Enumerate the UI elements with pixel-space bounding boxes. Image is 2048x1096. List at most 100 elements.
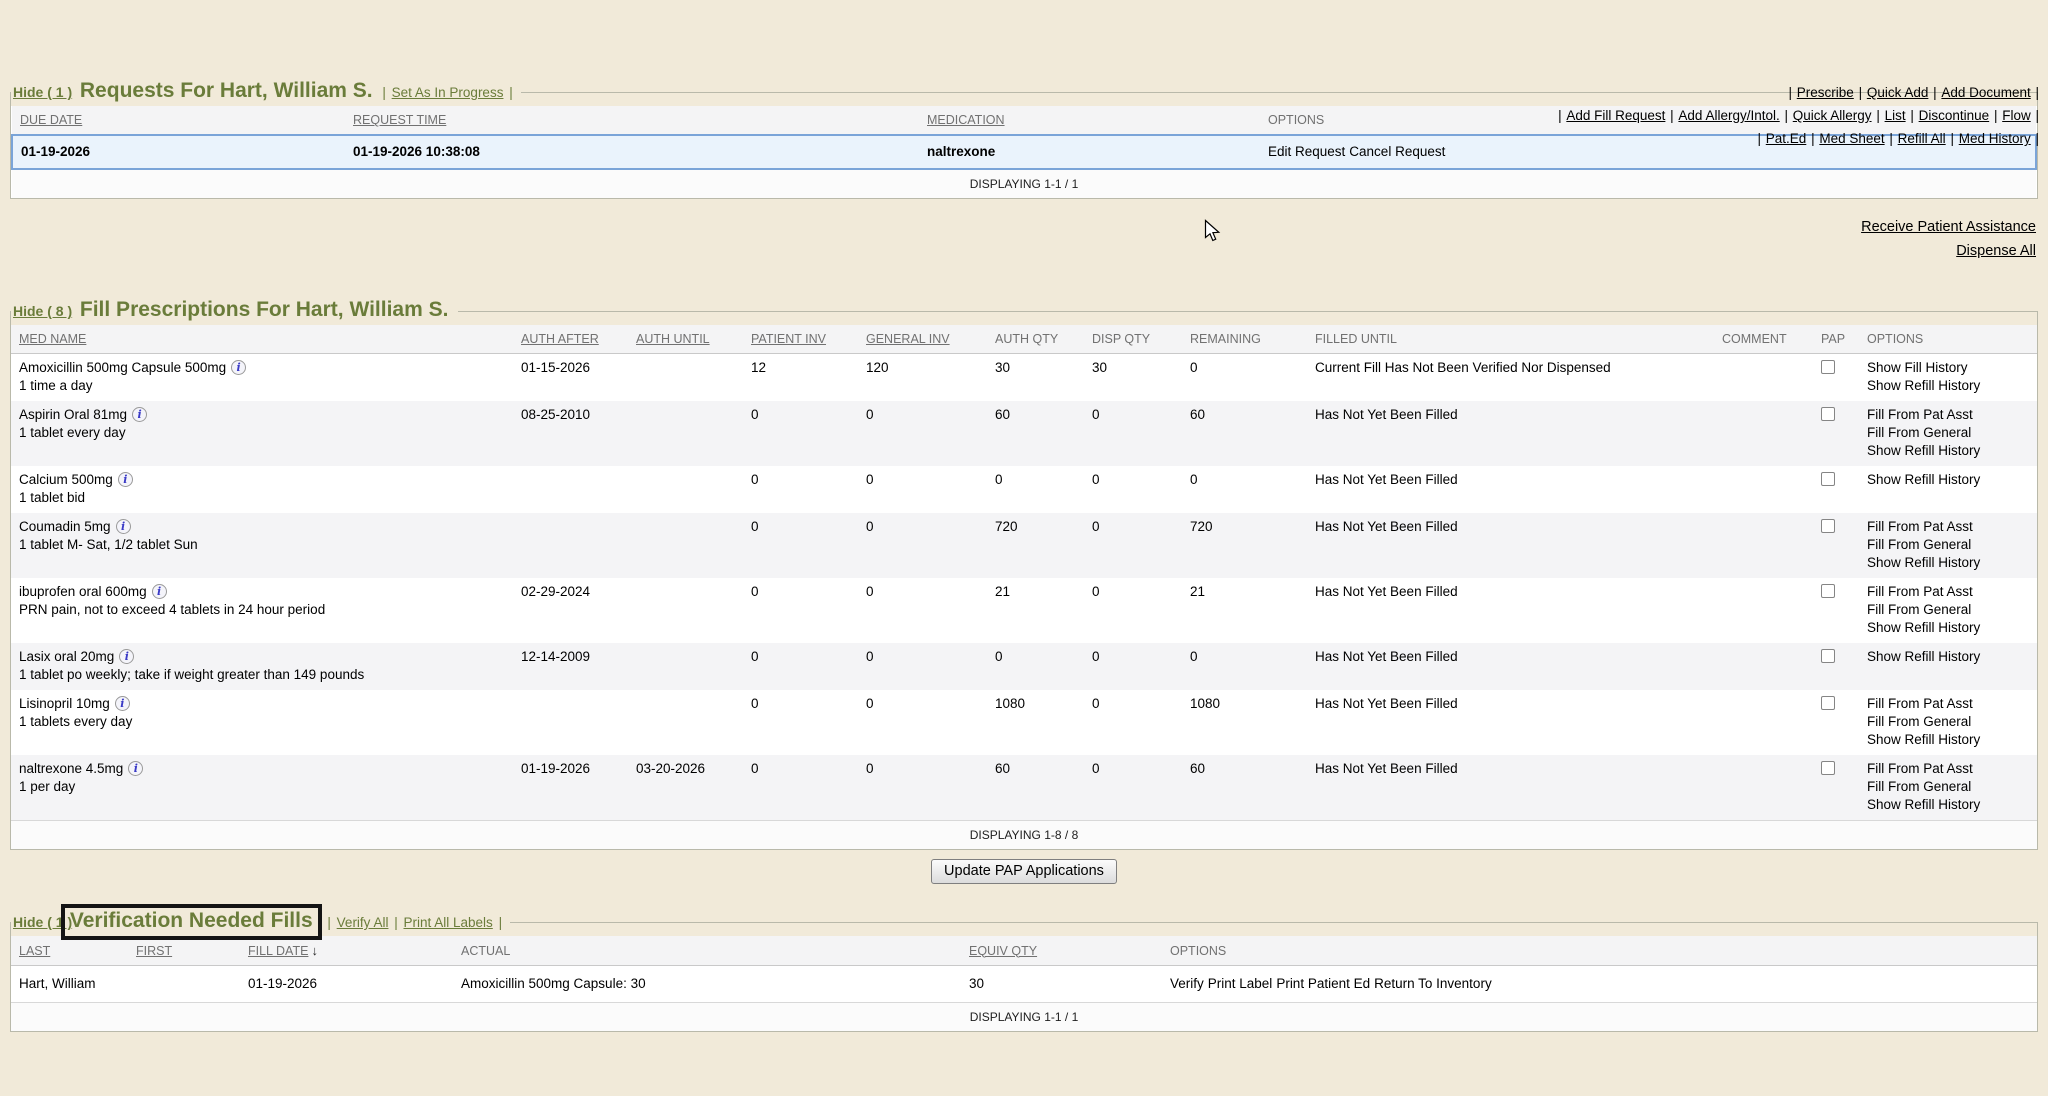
separator: |	[2035, 85, 2039, 100]
row-option-link[interactable]: Show Fill History	[1867, 359, 2029, 377]
row-option-link[interactable]: Fill From Pat Asst	[1867, 406, 2029, 424]
info-icon[interactable]: i	[231, 360, 246, 375]
verify-link[interactable]: Verify	[1170, 976, 1204, 991]
nav-link-add-allergy[interactable]: Add Allergy/Intol.	[1678, 108, 1779, 123]
row-option-link[interactable]: Show Refill History	[1867, 377, 2029, 395]
column-header-label[interactable]: FILL DATE	[248, 944, 308, 958]
pap-checkbox[interactable]	[1821, 472, 1835, 486]
nav-link-add-document[interactable]: Add Document	[1941, 85, 2030, 100]
patient-inv-cell: 0	[743, 690, 858, 755]
column-header-auth-after[interactable]: AUTH AFTER	[513, 325, 628, 354]
row-option-link[interactable]: Fill From Pat Asst	[1867, 760, 2029, 778]
nav-link-med-sheet[interactable]: Med Sheet	[1819, 131, 1884, 146]
pap-checkbox[interactable]	[1821, 584, 1835, 598]
cancel-request-link[interactable]: Cancel Request	[1349, 144, 1445, 159]
row-option-link[interactable]: Show Refill History	[1867, 554, 2029, 572]
pap-cell	[1813, 643, 1859, 690]
column-header-label[interactable]: MED NAME	[19, 332, 86, 346]
column-header-request-time[interactable]: REQUEST TIME	[345, 106, 919, 135]
requests-hide-link[interactable]: Hide ( 1 )	[13, 84, 72, 100]
separator: |	[327, 915, 334, 930]
nav-link-quick-allergy[interactable]: Quick Allergy	[1793, 108, 1872, 123]
column-header-label[interactable]: EQUIV QTY	[969, 944, 1037, 958]
info-icon[interactable]: i	[116, 519, 131, 534]
separator: |	[1758, 131, 1765, 146]
info-icon[interactable]: i	[115, 696, 130, 711]
row-option-link[interactable]: Show Refill History	[1867, 796, 2029, 814]
pap-checkbox[interactable]	[1821, 360, 1835, 374]
nav-link-prescribe[interactable]: Prescribe	[1797, 85, 1854, 100]
column-header-first[interactable]: FIRST	[128, 936, 240, 966]
row-option-link[interactable]: Show Refill History	[1867, 471, 2029, 489]
med-name: Lasix oral 20mg	[19, 649, 114, 664]
column-header-label[interactable]: DUE DATE	[20, 113, 82, 127]
column-header-patient-inv[interactable]: PATIENT INV	[743, 325, 858, 354]
column-header-fill-date[interactable]: FILL DATE↓	[240, 936, 453, 966]
column-header-label[interactable]: AUTH AFTER	[521, 332, 599, 346]
update-pap-applications-button[interactable]: Update PAP Applications	[931, 859, 1117, 884]
pap-checkbox[interactable]	[1821, 761, 1835, 775]
print-patient-ed-link[interactable]: Print Patient Ed	[1276, 976, 1370, 991]
verify-all-link[interactable]: Verify All	[337, 915, 389, 930]
column-header-medication[interactable]: MEDICATION	[919, 106, 1260, 135]
edit-request-link[interactable]: Edit Request	[1268, 144, 1345, 159]
nav-link-list[interactable]: List	[1885, 108, 1906, 123]
auth-until-cell	[628, 690, 743, 755]
receive-patient-assistance-link[interactable]: Receive Patient Assistance	[1861, 219, 2036, 235]
info-icon[interactable]: i	[118, 472, 133, 487]
column-header-auth-until[interactable]: AUTH UNTIL	[628, 325, 743, 354]
print-label-link[interactable]: Print Label	[1208, 976, 1273, 991]
row-option-link[interactable]: Fill From General	[1867, 536, 2029, 554]
column-header-last[interactable]: LAST	[11, 936, 128, 966]
row-options-cell: Fill From Pat Asst Fill From General Sho…	[1859, 578, 2037, 643]
filled-until-cell: Has Not Yet Been Filled	[1307, 690, 1714, 755]
pap-checkbox[interactable]	[1821, 407, 1835, 421]
auth-after-cell: 01-15-2026	[513, 354, 628, 402]
pap-checkbox[interactable]	[1821, 696, 1835, 710]
fill-hide-link[interactable]: Hide ( 8 )	[13, 303, 72, 319]
column-header-label: OPTIONS	[1867, 332, 1923, 346]
row-option-link[interactable]: Show Refill History	[1867, 648, 2029, 666]
column-header-label[interactable]: MEDICATION	[927, 113, 1005, 127]
set-as-in-progress-link[interactable]: Set As In Progress	[392, 85, 504, 100]
column-header-label[interactable]: PATIENT INV	[751, 332, 826, 346]
requests-legend-actions: | Set As In Progress |	[380, 85, 514, 100]
column-header-due-date[interactable]: DUE DATE	[12, 106, 345, 135]
info-icon[interactable]: i	[128, 761, 143, 776]
info-icon[interactable]: i	[132, 407, 147, 422]
nav-link-med-history[interactable]: Med History	[1959, 131, 2031, 146]
column-header-label[interactable]: GENERAL INV	[866, 332, 950, 346]
column-header-label[interactable]: FIRST	[136, 944, 172, 958]
column-header-label[interactable]: AUTH UNTIL	[636, 332, 710, 346]
info-icon[interactable]: i	[119, 649, 134, 664]
displaying-label: DISPLAYING 1-1 / 1	[12, 169, 2036, 198]
row-option-link[interactable]: Fill From General	[1867, 713, 2029, 731]
row-option-link[interactable]: Fill From Pat Asst	[1867, 583, 2029, 601]
row-option-link[interactable]: Show Refill History	[1867, 731, 2029, 749]
nav-link-flow[interactable]: Flow	[2002, 108, 2031, 123]
column-header-label: PAP	[1821, 332, 1845, 346]
nav-link-discontinue[interactable]: Discontinue	[1919, 108, 1990, 123]
row-option-link[interactable]: Fill From General	[1867, 601, 2029, 619]
row-option-link[interactable]: Fill From General	[1867, 424, 2029, 442]
row-option-link[interactable]: Fill From General	[1867, 778, 2029, 796]
nav-link-pat-ed[interactable]: Pat.Ed	[1766, 131, 1807, 146]
column-header-med-name[interactable]: MED NAME	[11, 325, 513, 354]
row-option-link[interactable]: Show Refill History	[1867, 442, 2029, 460]
nav-link-refill-all[interactable]: Refill All	[1898, 131, 1946, 146]
column-header-equiv-qty[interactable]: EQUIV QTY	[961, 936, 1162, 966]
print-all-labels-link[interactable]: Print All Labels	[403, 915, 492, 930]
pap-checkbox[interactable]	[1821, 649, 1835, 663]
dispense-all-link[interactable]: Dispense All	[1956, 243, 2036, 259]
column-header-label[interactable]: REQUEST TIME	[353, 113, 446, 127]
nav-link-add-fill-request[interactable]: Add Fill Request	[1566, 108, 1665, 123]
row-option-link[interactable]: Fill From Pat Asst	[1867, 695, 2029, 713]
column-header-general-inv[interactable]: GENERAL INV	[858, 325, 987, 354]
row-option-link[interactable]: Fill From Pat Asst	[1867, 518, 2029, 536]
pap-checkbox[interactable]	[1821, 519, 1835, 533]
info-icon[interactable]: i	[152, 584, 167, 599]
return-to-inventory-link[interactable]: Return To Inventory	[1374, 976, 1492, 991]
column-header-label[interactable]: LAST	[19, 944, 50, 958]
nav-link-quick-add[interactable]: Quick Add	[1867, 85, 1929, 100]
row-option-link[interactable]: Show Refill History	[1867, 619, 2029, 637]
